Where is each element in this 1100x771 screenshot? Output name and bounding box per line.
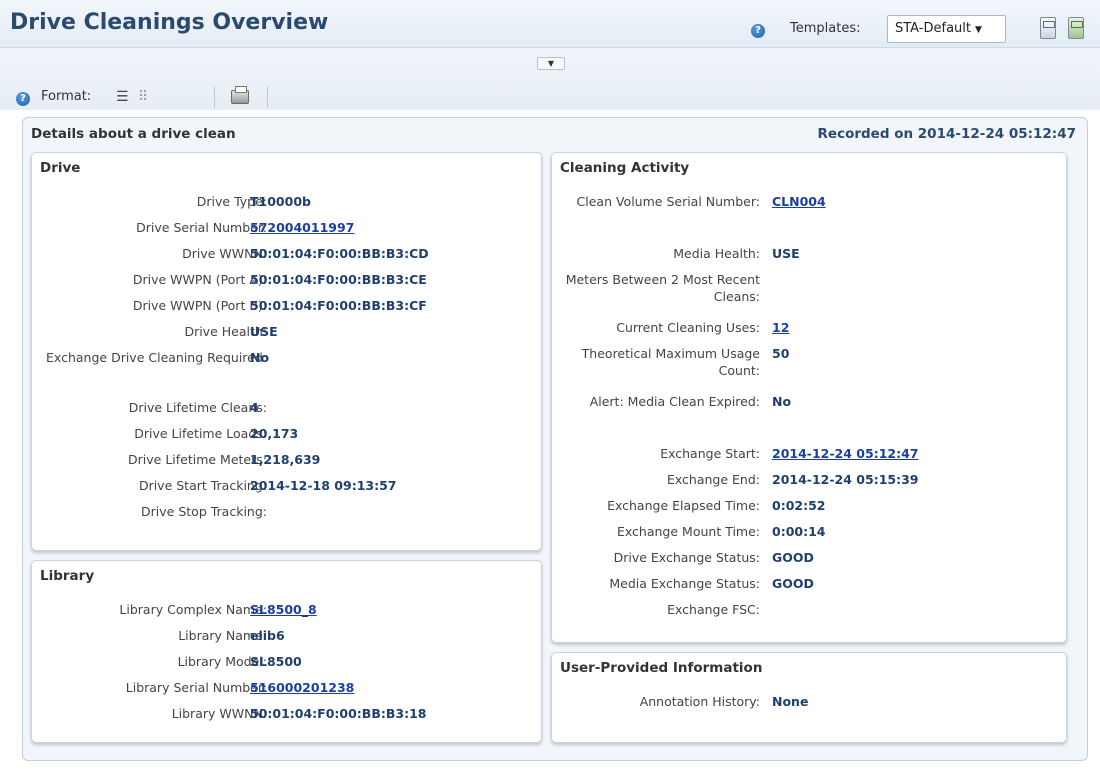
field-label: Media Exchange Status: — [609, 576, 760, 591]
toolbar-divider — [267, 86, 268, 108]
field-label: Exchange Drive Cleaning Required: — [46, 350, 267, 365]
field-label: Exchange Elapsed Time: — [607, 498, 760, 513]
field-label: Exchange Start: — [660, 446, 760, 461]
field-value-link[interactable]: 12 — [772, 319, 789, 336]
cleaning-activity-heading: Cleaning Activity — [560, 160, 690, 176]
field-value-link[interactable]: SL8500_8 — [250, 601, 317, 618]
field-value: 2014-12-24 05:15:39 — [772, 472, 919, 487]
collapse-toggle-icon[interactable]: ▼ — [537, 57, 565, 70]
save-template-icon[interactable] — [1040, 17, 1056, 39]
field-label: Annotation History: — [639, 694, 760, 709]
field-value: 50:01:04:F0:00:BB:B3:CE — [250, 272, 427, 287]
field-label: Drive Lifetime Loads: — [134, 426, 267, 441]
field-value: USE — [250, 324, 278, 339]
field-value: 50 — [772, 346, 790, 361]
field-value: GOOD — [772, 550, 814, 565]
field-label: Drive WWPN (Port A): — [132, 272, 267, 287]
field-label: Drive Exchange Status: — [613, 550, 760, 565]
print-icon[interactable] — [231, 86, 249, 104]
field-value-link[interactable]: 516000201238 — [250, 679, 354, 696]
save-as-template-icon[interactable] — [1068, 17, 1084, 39]
field-value: GOOD — [772, 576, 814, 591]
field-label: Library WWNN: — [171, 706, 267, 721]
library-heading: Library — [40, 568, 95, 584]
field-value: 50:01:04:F0:00:BB:B3:CF — [250, 298, 427, 313]
grid-format-icon[interactable]: ⠿ — [138, 90, 148, 104]
field-label: Library Complex Name: — [119, 602, 267, 617]
drive-panel: Drive Drive Type: T10000b Drive Serial Num… — [31, 152, 542, 551]
field-value-link[interactable]: 2014-12-24 05:12:47 — [772, 445, 919, 462]
field-value: T10000b — [250, 194, 311, 209]
field-label: Exchange Mount Time: — [616, 524, 760, 539]
field-value: 2014-12-18 09:13:57 — [250, 478, 397, 493]
cleaning-activity-panel: Cleaning Activity Clean Volume Serial Nu… — [551, 152, 1067, 643]
field-value: USE — [772, 246, 800, 261]
field-label: Library Name: — [178, 628, 267, 643]
drive-heading: Drive — [40, 160, 81, 176]
field-label: Meters Between 2 Most Recent Cleans: — [565, 272, 760, 304]
field-label: Drive Lifetime Meters: — [128, 452, 267, 467]
field-label: Drive WWPN (Port B): — [132, 298, 267, 313]
field-label: Clean Volume Serial Number: — [576, 194, 760, 209]
field-value: 1,218,639 — [250, 452, 321, 467]
chevron-down-icon: ▼ — [974, 25, 982, 35]
details-heading: Details about a drive clean — [31, 126, 236, 142]
field-label: Alert: Media Clean Expired: — [589, 394, 760, 409]
help-icon[interactable]: ? — [16, 92, 30, 106]
field-value: None — [772, 694, 809, 709]
field-value: No — [772, 394, 792, 409]
field-value: 4 — [250, 400, 259, 415]
field-value: SL8500 — [250, 654, 302, 669]
field-value: No — [250, 350, 270, 365]
template-select[interactable]: STA-Default ▼ — [887, 15, 1006, 43]
field-value: 0:00:14 — [772, 524, 826, 539]
field-value: 50:01:04:F0:00:BB:B3:CD — [250, 246, 429, 261]
field-label: Library Model: — [177, 654, 267, 669]
field-label: Drive Type: — [196, 194, 267, 209]
toolbar-divider — [214, 86, 215, 108]
field-label: Drive Stop Tracking: — [141, 504, 267, 519]
field-label: Drive Lifetime Cleans: — [128, 400, 267, 415]
template-select-value: STA-Default — [895, 21, 971, 36]
user-info-heading: User-Provided Information — [560, 660, 763, 676]
field-label: Exchange End: — [666, 472, 760, 487]
field-label: Drive WWNN: — [182, 246, 267, 261]
library-panel: Library Library Complex Name: SL8500_8 Lib… — [31, 560, 542, 743]
field-label: Current Cleaning Uses: — [616, 320, 760, 335]
field-label: Theoretical Maximum Usage Count: — [581, 346, 760, 378]
list-format-icon[interactable]: ☰ — [116, 90, 129, 104]
help-icon[interactable]: ? — [751, 24, 765, 38]
field-value-link[interactable]: CLN004 — [772, 193, 826, 210]
field-label: Drive Serial Number: — [136, 220, 267, 235]
field-value: 0:02:52 — [772, 498, 826, 513]
format-label: Format: — [41, 89, 92, 104]
user-info-panel: User-Provided Information Annotation His… — [551, 652, 1067, 743]
field-value-link[interactable]: 572004011997 — [250, 219, 354, 236]
field-value: 50:01:04:F0:00:BB:B3:18 — [250, 706, 427, 721]
field-value: 20,173 — [250, 426, 299, 441]
field-label: Drive Start Tracking: — [138, 478, 267, 493]
field-value: elib6 — [250, 628, 285, 643]
page-title: Drive Cleanings Overview — [10, 10, 329, 35]
field-label: Exchange FSC: — [667, 602, 760, 617]
templates-label: Templates: — [790, 21, 861, 36]
field-label: Library Serial Number: — [125, 680, 267, 695]
recorded-timestamp: Recorded on 2014-12-24 05:12:47 — [817, 126, 1076, 142]
field-label: Drive Health: — [184, 324, 267, 339]
field-label: Media Health: — [673, 246, 760, 261]
